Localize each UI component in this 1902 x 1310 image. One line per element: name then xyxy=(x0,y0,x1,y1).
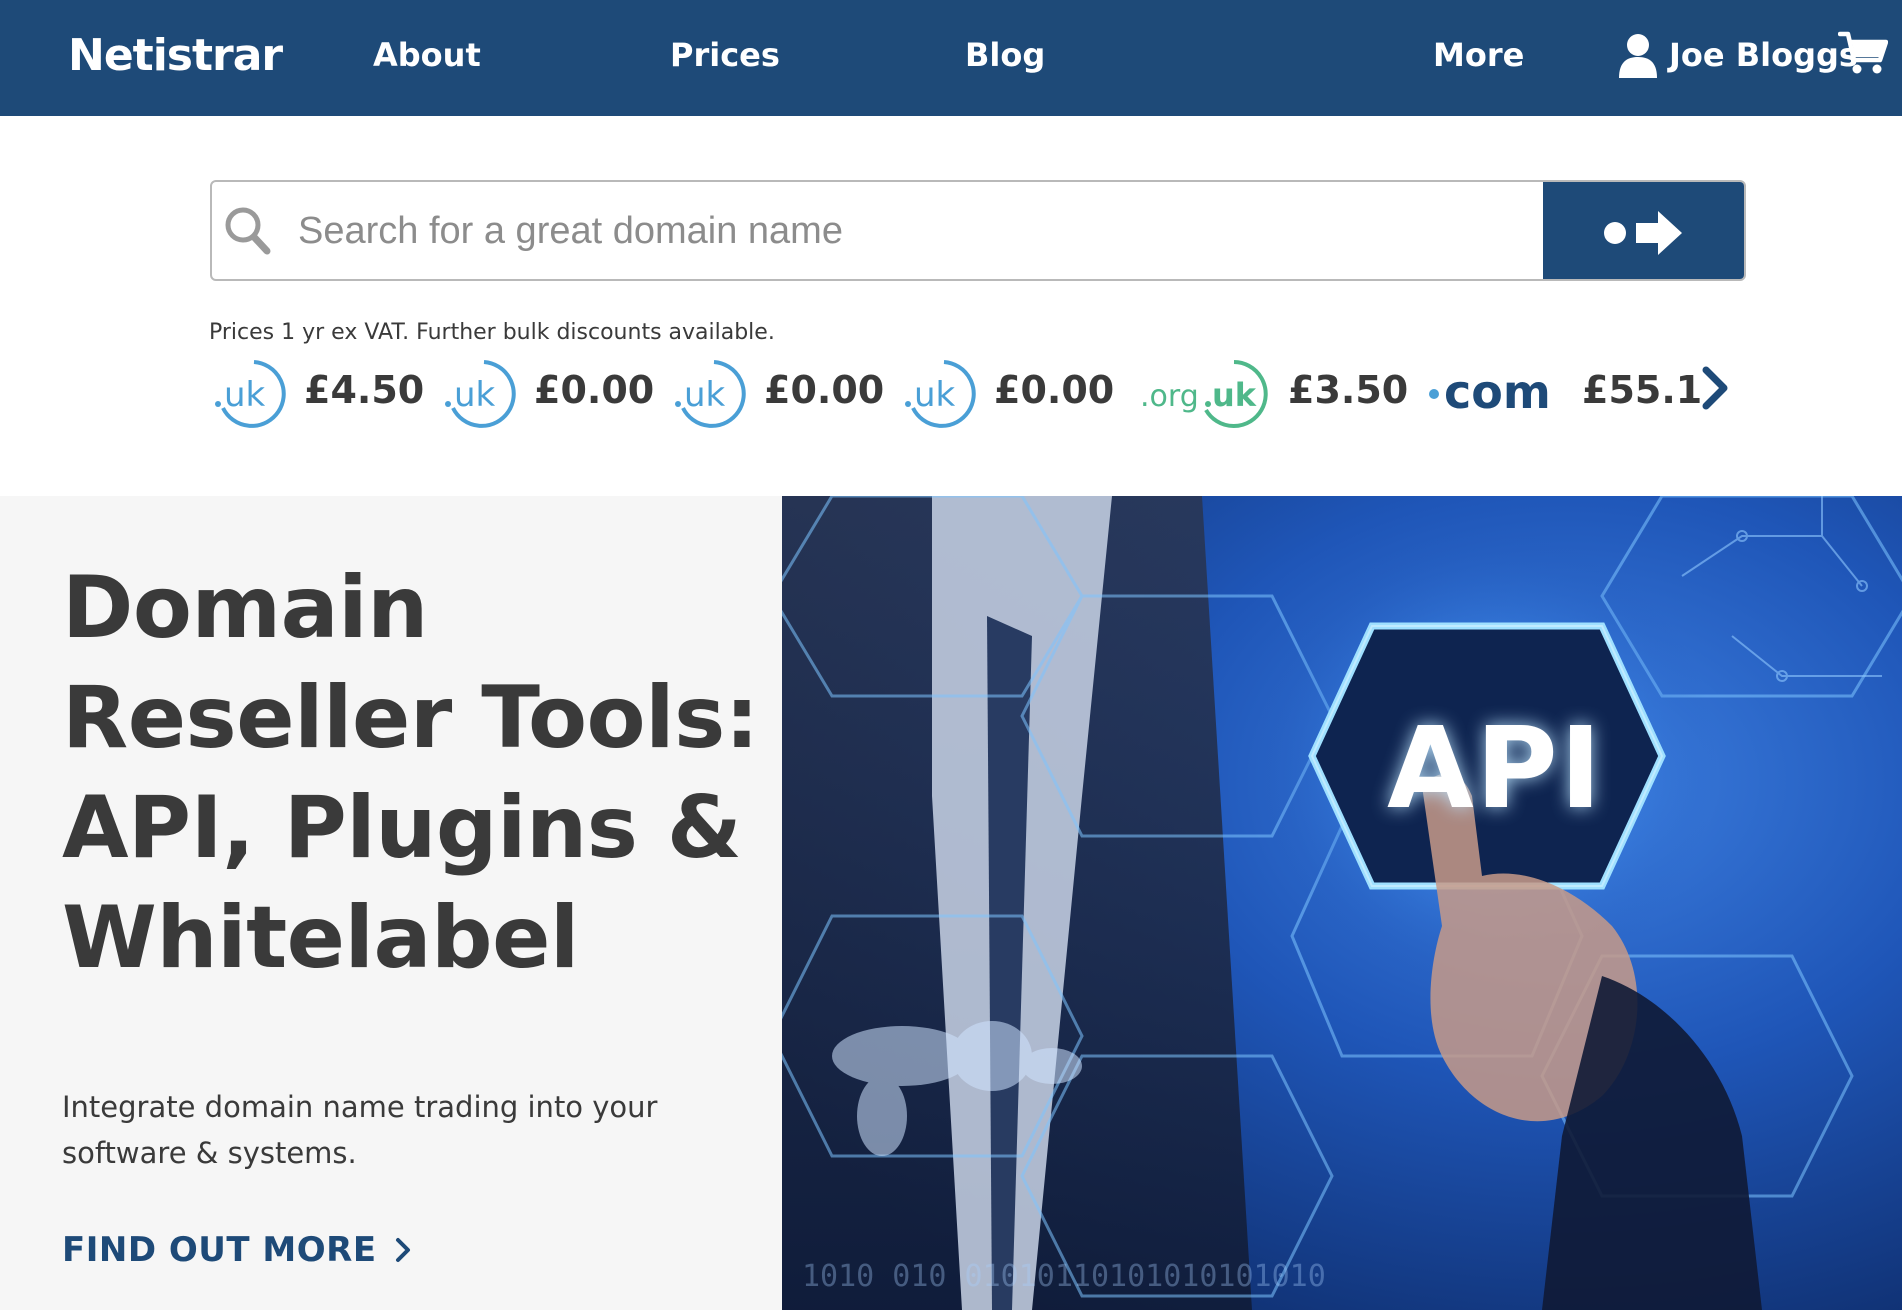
tld-price-item[interactable]: com £55.1 xyxy=(1428,358,1728,430)
uk-tld-badge: uk xyxy=(675,360,746,428)
hero-title-line: Whitelabel xyxy=(62,888,579,988)
nav-about[interactable]: About xyxy=(373,36,481,74)
svg-text:uk: uk xyxy=(684,375,726,415)
com-tld-badge: com xyxy=(1429,365,1551,419)
uk-tld-badge: uk xyxy=(215,360,286,428)
tld-price-strip: uk £4.50 uk £0.00 uk £0.00 uk £0.00 .org… xyxy=(214,358,1754,430)
api-label: API xyxy=(1387,704,1604,834)
price-note: Prices 1 yr ex VAT. Further bulk discoun… xyxy=(209,320,775,345)
hero-image: 1010 010 01010110101010101010 xyxy=(782,496,1902,1310)
hero-title-line: Reseller Tools: xyxy=(62,668,759,768)
org-uk-tld-badge: .org uk xyxy=(1140,360,1268,428)
chevron-right-icon[interactable] xyxy=(1700,366,1730,410)
uk-tld-badge: uk xyxy=(905,360,976,428)
domain-search-bar xyxy=(210,180,1746,281)
svg-text:.org: .org xyxy=(1140,379,1199,414)
find-out-more-label: FIND OUT MORE xyxy=(62,1230,377,1270)
uk-tld-badge: uk xyxy=(445,360,516,428)
svg-text:com: com xyxy=(1444,365,1551,419)
logo[interactable]: Netistrar xyxy=(68,30,283,81)
user-icon xyxy=(1619,34,1657,78)
dot-arrow-icon xyxy=(1603,210,1682,255)
top-nav: Netistrar About Prices Blog More Joe Blo… xyxy=(0,0,1902,116)
search-icon xyxy=(225,207,271,255)
tld-price-item[interactable]: uk £0.00 xyxy=(444,358,654,430)
user-name: Joe Bloggs xyxy=(1669,36,1858,74)
tld-price-item[interactable]: uk £0.00 xyxy=(674,358,884,430)
tld-price-item[interactable]: uk £0.00 xyxy=(904,358,1114,430)
svg-text:uk: uk xyxy=(224,375,266,415)
hero-description: Integrate domain name trading into your … xyxy=(62,1090,658,1170)
api-hexagon-illustration: 1010 010 01010110101010101010 xyxy=(782,496,1902,1310)
search-submit-button[interactable] xyxy=(1543,182,1744,279)
nav-blog[interactable]: Blog xyxy=(965,36,1045,74)
find-out-more-link[interactable]: FIND OUT MORE xyxy=(62,1230,411,1270)
binary-text: 1010 010 01010110101010101010 xyxy=(802,1259,1326,1294)
nav-more[interactable]: More xyxy=(1433,36,1524,74)
svg-text:uk: uk xyxy=(454,375,496,415)
tld-price: £55.1 xyxy=(1582,368,1703,412)
cart-icon[interactable] xyxy=(1838,30,1888,76)
hero-title: Domain Reseller Tools: API, Plugins & Wh… xyxy=(62,553,762,993)
chevron-right-icon xyxy=(395,1238,410,1262)
user-menu[interactable]: Joe Bloggs xyxy=(1617,30,1858,80)
domain-search-input[interactable] xyxy=(298,200,1528,262)
hero-title-line: API, Plugins & xyxy=(62,778,742,878)
tld-price-item[interactable]: .org uk £3.50 xyxy=(1140,358,1408,430)
svg-text:uk: uk xyxy=(914,375,956,415)
tld-price: £0.00 xyxy=(534,368,655,412)
tld-price: £4.50 xyxy=(304,368,425,412)
hero-title-line: Domain xyxy=(62,558,428,658)
svg-text:uk: uk xyxy=(1212,376,1257,414)
tld-price: £3.50 xyxy=(1288,368,1409,412)
tld-price: £0.00 xyxy=(994,368,1115,412)
nav-prices[interactable]: Prices xyxy=(670,36,780,74)
tld-price: £0.00 xyxy=(764,368,885,412)
tld-price-item[interactable]: uk £4.50 xyxy=(214,358,424,430)
